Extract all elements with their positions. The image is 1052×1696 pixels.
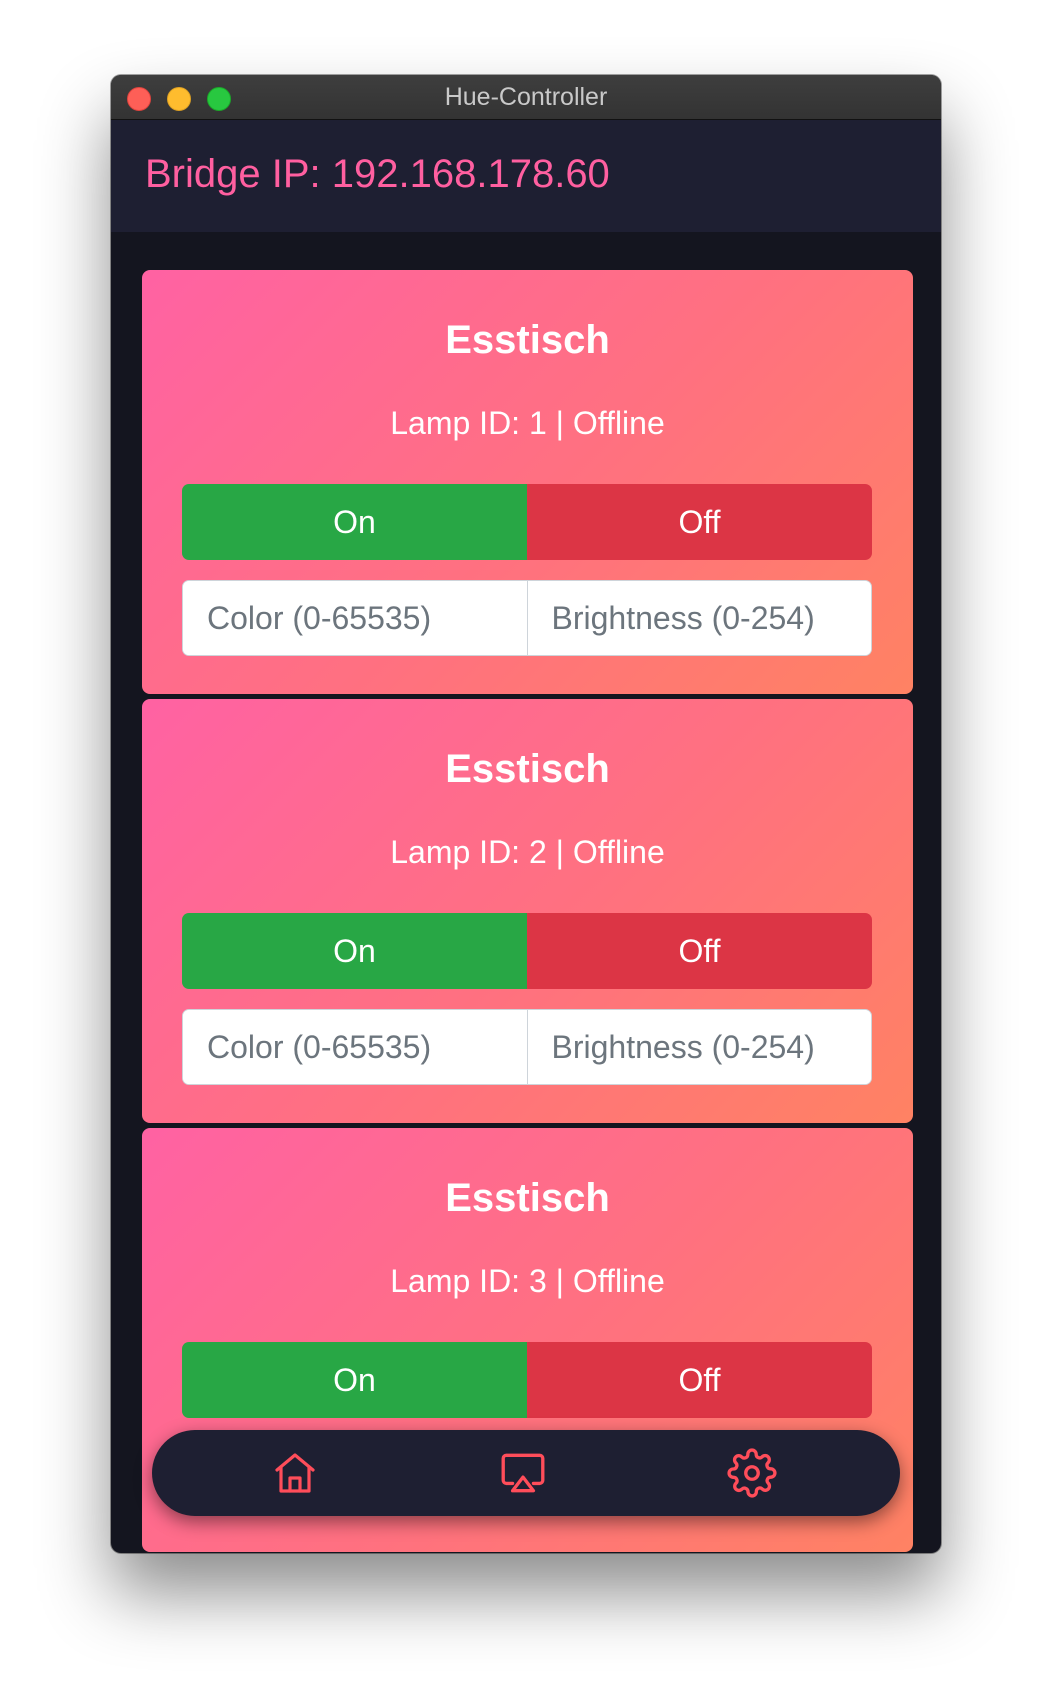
- nav-cast-button[interactable]: [493, 1444, 553, 1502]
- lamp-card: Esstisch Lamp ID: 2 | Offline On Off: [142, 699, 913, 1123]
- power-toggle-group: On Off: [182, 1342, 872, 1418]
- lamp-settings-inputs: [182, 580, 872, 656]
- window-title: Hue-Controller: [444, 83, 608, 111]
- lamp-list[interactable]: Esstisch Lamp ID: 1 | Offline On Off Ess…: [111, 232, 941, 1553]
- lamp-name: Esstisch: [445, 318, 610, 362]
- on-button[interactable]: On: [182, 913, 527, 989]
- nav-home-button[interactable]: [265, 1444, 325, 1502]
- lamp-settings-inputs: [182, 1009, 872, 1085]
- nav-settings-button[interactable]: [722, 1444, 782, 1502]
- color-input[interactable]: [183, 581, 527, 655]
- on-button[interactable]: On: [182, 1342, 527, 1418]
- lamp-status: Lamp ID: 3 | Offline: [390, 1263, 665, 1299]
- lamp-status: Lamp ID: 2 | Offline: [390, 834, 665, 870]
- lamp-status: Lamp ID: 1 | Offline: [390, 405, 665, 441]
- app-window: Hue-Controller Bridge IP: 192.168.178.60…: [111, 75, 941, 1553]
- brightness-input[interactable]: [526, 581, 871, 655]
- gear-icon: [727, 1448, 777, 1498]
- bottom-nav-bar: [152, 1430, 900, 1516]
- app-header: Bridge IP: 192.168.178.60: [111, 120, 941, 232]
- home-icon: [275, 1453, 315, 1493]
- off-button[interactable]: Off: [527, 913, 872, 989]
- cast-icon: [501, 1453, 545, 1493]
- brightness-input[interactable]: [526, 1010, 871, 1084]
- on-button[interactable]: On: [182, 484, 527, 560]
- off-button[interactable]: Off: [527, 484, 872, 560]
- lamp-card: Esstisch Lamp ID: 1 | Offline On Off: [142, 270, 913, 694]
- power-toggle-group: On Off: [182, 913, 872, 989]
- lamp-name: Esstisch: [445, 747, 610, 791]
- power-toggle-group: On Off: [182, 484, 872, 560]
- lamp-name: Esstisch: [445, 1176, 610, 1220]
- color-input[interactable]: [183, 1010, 527, 1084]
- title-bar[interactable]: Hue-Controller: [111, 75, 941, 120]
- off-button[interactable]: Off: [527, 1342, 872, 1418]
- bridge-ip-label: Bridge IP: 192.168.178.60: [145, 152, 610, 196]
